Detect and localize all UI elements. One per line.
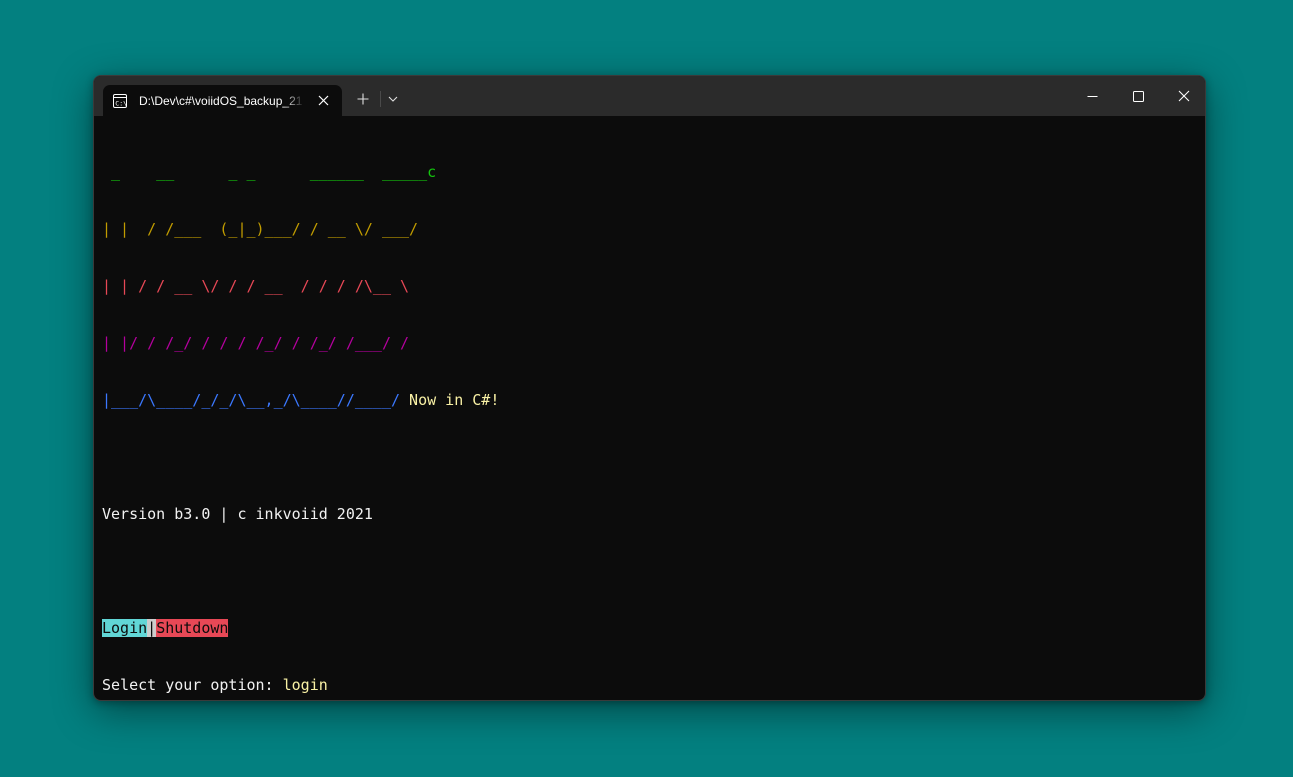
minimize-button[interactable] (1074, 82, 1110, 110)
prompt-text: Select your option: (102, 676, 283, 694)
maximize-icon (1132, 90, 1144, 102)
maximize-button[interactable] (1120, 82, 1156, 110)
tab-terminal[interactable]: C:\ D:\Dev\c#\voiidOS_backup_21 (103, 85, 342, 116)
chevron-down-icon (388, 96, 398, 102)
terminal-window: C:\ D:\Dev\c#\voiidOS_backup_21 _ __ _ _… (93, 75, 1206, 701)
close-icon[interactable] (316, 93, 330, 107)
menu-separator: | (147, 619, 157, 637)
prompt-row: Select your option: login (102, 676, 1192, 695)
tab-title: D:\Dev\c#\voiidOS_backup_21 (139, 93, 303, 108)
ascii-logo-line-2: | | / /___ (_|_)___/ / __ \/ ___/ (102, 220, 419, 238)
title-bar[interactable]: C:\ D:\Dev\c#\voiidOS_backup_21 (94, 76, 1205, 116)
terminal-icon: C:\ (113, 93, 127, 108)
tab-separator (380, 91, 381, 107)
ascii-logo-line-5: |___/\____/_/_/\__,_/\____//____/ (102, 391, 401, 409)
login-option[interactable]: Login (102, 619, 148, 637)
version-text: Version b3.0 | c inkvoiid 2021 (102, 505, 373, 523)
ascii-logo-line-5-row: |___/\____/_/_/\__,_/\____//____/ Now in… (102, 391, 1192, 410)
tagline: Now in C#! (400, 391, 500, 409)
close-window-button[interactable] (1166, 82, 1202, 110)
prompt-input[interactable]: login (283, 676, 328, 694)
tab-dropdown-button[interactable] (382, 89, 404, 109)
shutdown-option[interactable]: Shutdown (156, 619, 229, 637)
new-tab-button[interactable] (352, 89, 374, 109)
menu-row: Login|Shutdown (102, 619, 1192, 638)
ascii-logo-line-4: | |/ / /_/ / / / /_/ / /_/ /___/ / (102, 334, 410, 352)
ascii-logo-line-3: | | / / __ \/ / / __ / / / /\__ \ (102, 277, 410, 295)
minimize-icon (1087, 95, 1097, 97)
ascii-logo-line-1: _ __ _ _ ______ _____c (102, 163, 437, 181)
close-icon (1178, 90, 1190, 102)
plus-icon (357, 93, 369, 105)
svg-text:C:\: C:\ (115, 99, 127, 107)
terminal-output[interactable]: _ __ _ _ ______ _____c | | / /___ (_|_)_… (102, 125, 1192, 694)
